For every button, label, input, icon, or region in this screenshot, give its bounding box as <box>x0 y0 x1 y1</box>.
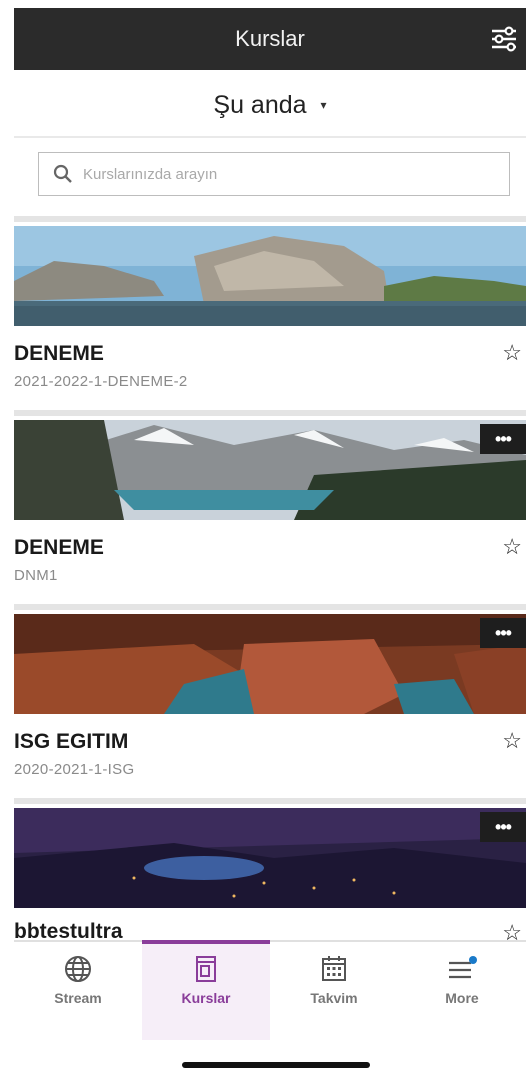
tab-label: Stream <box>54 990 102 1006</box>
search-placeholder: Kurslarınızda arayın <box>83 165 218 183</box>
home-indicator <box>182 1062 370 1068</box>
top-bar: Kurslar <box>14 8 526 70</box>
course-book-icon <box>196 956 216 982</box>
divider <box>14 604 526 610</box>
tab-takvim[interactable]: Takvim <box>270 942 398 1040</box>
sliders-icon <box>492 26 516 52</box>
course-title[interactable]: DENEME <box>14 342 104 366</box>
tab-kurslar[interactable]: Kurslar <box>142 940 270 1040</box>
tab-label: Kurslar <box>181 990 231 1006</box>
divider <box>14 798 526 804</box>
star-icon[interactable]: ☆ <box>502 340 522 366</box>
page-title: Kurslar <box>235 26 305 51</box>
course-banner-image[interactable] <box>14 226 526 326</box>
star-icon[interactable]: ☆ <box>502 728 522 754</box>
bottom-tab-bar: Stream Kurslar Takvim More <box>14 940 526 1040</box>
calendar-icon <box>322 956 346 981</box>
course-banner-image[interactable]: ••• <box>14 420 526 520</box>
divider <box>14 410 526 416</box>
course-banner-image[interactable]: ••• <box>14 808 526 908</box>
course-banner-image[interactable]: ••• <box>14 614 526 714</box>
tab-more[interactable]: More <box>398 942 526 1040</box>
divider <box>14 216 526 222</box>
star-icon[interactable]: ☆ <box>502 534 522 560</box>
term-label: Şu anda <box>213 90 307 119</box>
menu-icon <box>449 956 477 979</box>
course-code: 2021-2022-1-DENEME-2 <box>14 373 188 390</box>
tab-stream[interactable]: Stream <box>14 942 142 1040</box>
course-code: DNM1 <box>14 567 58 584</box>
globe-icon <box>65 956 91 982</box>
course-title[interactable]: ISG EGITIM <box>14 730 128 754</box>
course-code: 2020-2021-1-ISG <box>14 761 135 778</box>
search-icon <box>53 164 72 183</box>
filter-button[interactable] <box>482 8 526 70</box>
chevron-down-icon: ▾ <box>320 98 327 112</box>
more-options-button[interactable]: ••• <box>480 424 526 454</box>
term-selector[interactable]: Şu anda ▾ <box>14 74 526 138</box>
more-options-button[interactable]: ••• <box>480 812 526 842</box>
notification-badge <box>469 956 477 964</box>
tab-label: More <box>445 990 479 1006</box>
more-options-button[interactable]: ••• <box>480 618 526 648</box>
search-input[interactable]: Kurslarınızda arayın <box>38 152 510 196</box>
course-title[interactable]: DENEME <box>14 536 104 560</box>
tab-label: Takvim <box>310 990 358 1006</box>
